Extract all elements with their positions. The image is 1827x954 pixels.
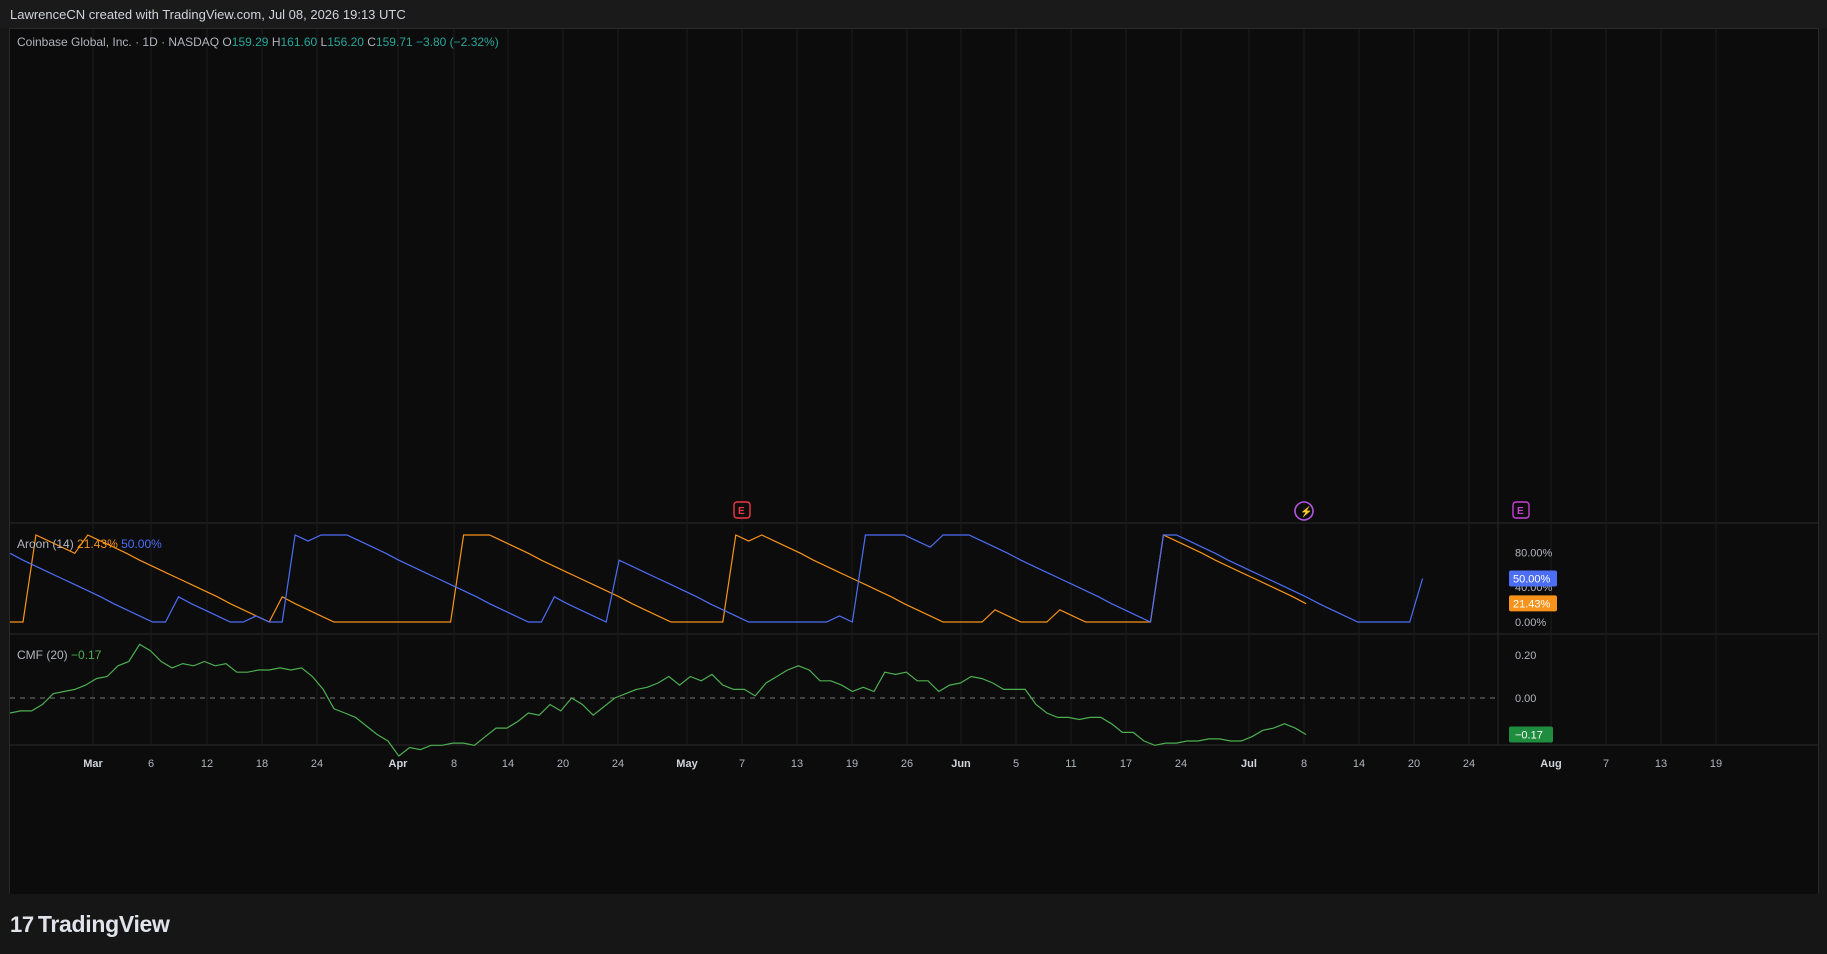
- cmf-axis-label: 0.00: [1515, 693, 1536, 705]
- aroon-down-value: 50.00%: [121, 537, 162, 551]
- time-axis-label: 14: [502, 758, 514, 770]
- time-axis-label: 24: [612, 758, 624, 770]
- high-value: 161.60: [280, 35, 318, 49]
- aroon-axis-label: 0.00%: [1515, 617, 1546, 629]
- chart-container[interactable]: 130.00140.00150.00160.00170.00180.00190.…: [9, 28, 1819, 896]
- chart-svg[interactable]: 130.00140.00150.00160.00170.00180.00190.…: [10, 29, 1818, 895]
- time-axis-label: 8: [451, 758, 457, 770]
- time-axis-label: 17: [1120, 758, 1132, 770]
- cmf-value: −0.17: [71, 648, 102, 662]
- open-value: 159.29: [231, 35, 269, 49]
- time-axis-label: 20: [1408, 758, 1420, 770]
- time-axis-label: 19: [1710, 758, 1722, 770]
- low-value: 156.20: [327, 35, 364, 49]
- time-axis-label: 20: [557, 758, 569, 770]
- time-axis-label: Mar: [83, 758, 103, 770]
- tradingview-logo[interactable]: 17 TradingView: [10, 911, 170, 938]
- time-axis-label: May: [676, 758, 698, 770]
- attribution-text: LawrenceCN created with TradingView.com,…: [10, 7, 406, 22]
- close-label: C: [367, 35, 376, 49]
- cmf-title: CMF (20): [17, 648, 68, 662]
- aroon-down-badge-value: 50.00%: [1513, 574, 1551, 586]
- time-axis-label: 6: [148, 758, 154, 770]
- aroon-up-value: 21.43%: [77, 537, 118, 551]
- cmf-badge-value: −0.17: [1515, 730, 1543, 742]
- time-axis-label: 13: [791, 758, 803, 770]
- symbol-name[interactable]: Coinbase Global, Inc. · 1D · NASDAQ: [17, 35, 219, 49]
- time-axis-label: Jun: [951, 758, 971, 770]
- time-axis-label: 12: [201, 758, 213, 770]
- change-value: −3.80 (−2.32%): [415, 35, 499, 49]
- cmf-legend[interactable]: CMF (20) −0.17: [17, 648, 101, 662]
- time-axis-label: 24: [1175, 758, 1187, 770]
- time-axis-label: 11: [1065, 758, 1076, 770]
- time-axis-label: 7: [739, 758, 745, 770]
- time-axis-label: Jul: [1241, 758, 1257, 770]
- time-axis-label: Apr: [389, 758, 409, 770]
- close-value: 159.71: [375, 35, 413, 49]
- cmf-axis-label: 0.20: [1515, 650, 1536, 662]
- time-axis-label: 8: [1301, 758, 1307, 770]
- time-axis-label: 13: [1655, 758, 1667, 770]
- open-label: O: [222, 35, 232, 49]
- footer: 17 TradingView: [0, 894, 1827, 954]
- time-axis-label: 5: [1013, 758, 1019, 770]
- earnings-icon-glyph: E: [738, 506, 745, 517]
- time-axis-label: 7: [1603, 758, 1609, 770]
- time-axis-label: 26: [901, 758, 913, 770]
- time-axis-label: 18: [256, 758, 268, 770]
- time-axis-label: 24: [1463, 758, 1475, 770]
- attribution-bar: LawrenceCN created with TradingView.com,…: [0, 0, 1827, 28]
- tradingview-logo-icon: 17: [10, 912, 34, 937]
- aroon-legend[interactable]: Aroon (14) 21.43% 50.00%: [17, 537, 162, 551]
- earnings-icon-glyph: E: [1517, 506, 1524, 517]
- time-axis-label: Aug: [1540, 758, 1561, 770]
- aroon-up-badge-value: 21.43%: [1513, 598, 1551, 610]
- time-axis-label: 19: [846, 758, 858, 770]
- time-axis-label: 14: [1353, 758, 1365, 770]
- dividend-icon-glyph: ⚡: [1300, 505, 1312, 518]
- symbol-legend: Coinbase Global, Inc. · 1D · NASDAQ O159…: [17, 35, 499, 49]
- tradingview-logo-text: TradingView: [37, 911, 170, 937]
- aroon-title: Aroon (14): [17, 537, 74, 551]
- time-axis-label: 24: [311, 758, 323, 770]
- aroon-axis-label: 80.00%: [1515, 547, 1553, 559]
